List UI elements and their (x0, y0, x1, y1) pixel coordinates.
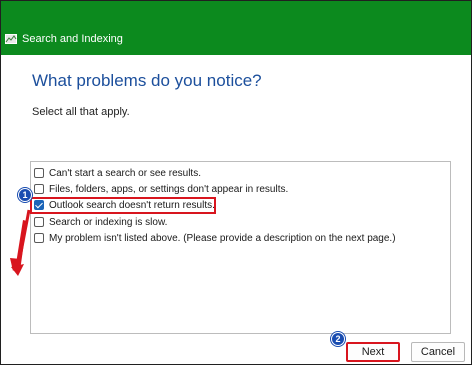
app-icon (5, 34, 17, 44)
option-search-slow[interactable]: Search or indexing is slow. (34, 215, 167, 229)
checkbox[interactable] (34, 168, 44, 178)
page-heading: What problems do you notice? (32, 71, 262, 90)
step-badge-2: 2 (331, 332, 345, 346)
highlight-outlook-option (30, 197, 216, 214)
problem-list: Can't start a search or see results. Fil… (30, 161, 451, 334)
option-label: Search or indexing is slow. (49, 216, 168, 228)
option-cant-start-search[interactable]: Can't start a search or see results. (34, 166, 201, 180)
option-not-listed[interactable]: My problem isn't listed above. (Please p… (34, 231, 396, 245)
option-label: My problem isn't listed above. (Please p… (49, 232, 396, 244)
option-label: Can't start a search or see results. (49, 167, 201, 179)
cancel-button[interactable]: Cancel (411, 342, 465, 362)
next-button[interactable]: Next (346, 342, 400, 362)
option-label: Files, folders, apps, or settings don't … (49, 183, 289, 195)
title-bar[interactable]: Search and Indexing (1, 1, 471, 55)
instruction-text: Select all that apply. (32, 106, 130, 118)
option-files-not-in-results[interactable]: Files, folders, apps, or settings don't … (34, 182, 288, 196)
checkbox[interactable] (34, 233, 44, 243)
checkbox[interactable] (34, 217, 44, 227)
window-title: Search and Indexing (22, 33, 123, 45)
step-badge-1: 1 (18, 188, 32, 202)
checkbox[interactable] (34, 184, 44, 194)
